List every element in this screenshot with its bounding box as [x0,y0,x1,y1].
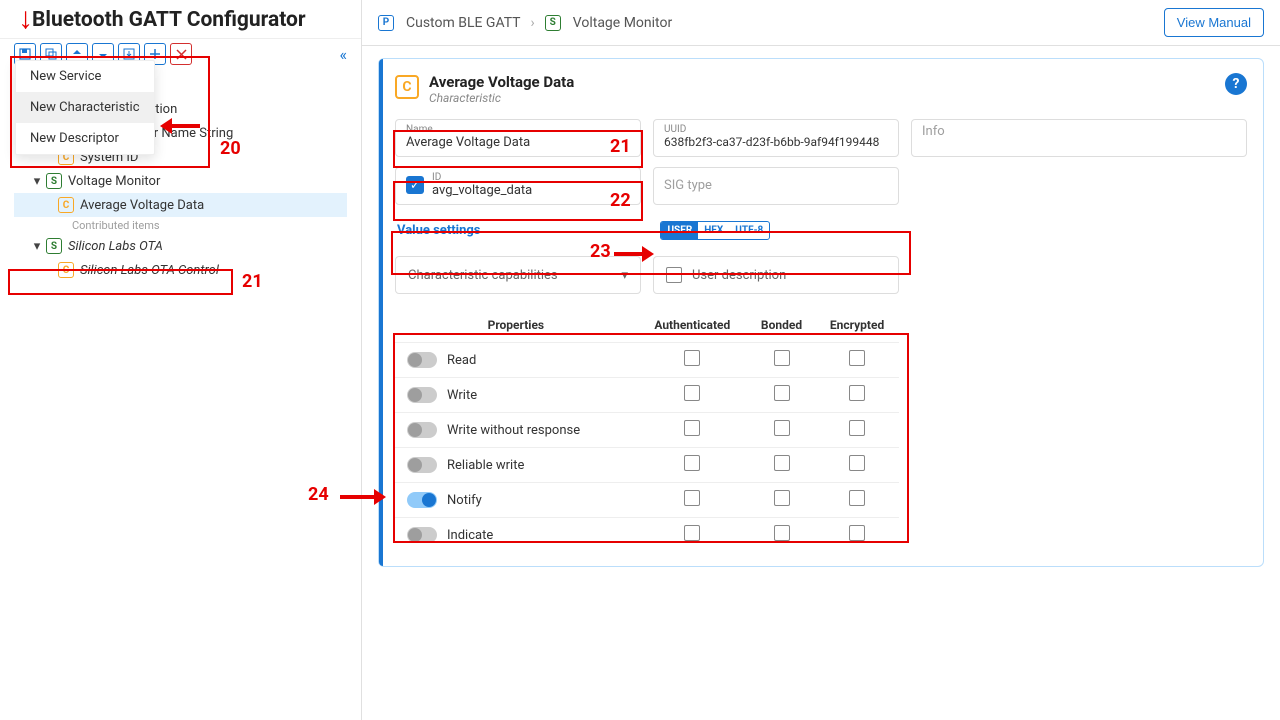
chevron-right-icon: › [531,15,535,31]
tree-item-ota-control[interactable]: C Silicon Labs OTA Control [14,258,361,282]
row-write-without-response: Write without response [395,413,899,448]
seg-hex[interactable]: HEX [698,222,729,239]
row-write: Write [395,378,899,413]
check-write-bonded[interactable] [774,385,790,401]
check-read-auth[interactable] [684,350,700,366]
panel-title: Average Voltage Data [429,73,574,91]
characteristic-icon: C [58,197,74,213]
col-authenticated: Authenticated [637,308,748,343]
col-encrypted: Encrypted [815,308,899,343]
check-indicate-encrypted[interactable] [849,525,865,541]
properties-table: Properties Authenticated Bonded Encrypte… [395,308,899,552]
check-write-encrypted[interactable] [849,385,865,401]
uuid-field[interactable]: UUID 638fb2f3-ca37-d23f-b6bb-9af94f19944… [653,119,899,157]
profile-icon: P [378,15,394,31]
view-manual-button[interactable]: View Manual [1164,8,1264,37]
service-icon: S [46,238,62,254]
characteristic-icon: C [395,75,419,99]
capabilities-dropdown[interactable]: Characteristic capabilities ▾ [395,256,641,294]
sidebar-title: Bluetooth GATT Configurator [0,0,361,38]
check-read-bonded[interactable] [774,350,790,366]
service-icon: S [545,15,561,31]
characteristic-panel: ? C Average Voltage Data Characteristic … [378,58,1264,567]
caret-down-icon[interactable]: ▾ [30,239,44,254]
seg-user[interactable]: USER [661,222,698,239]
panel-subtitle: Characteristic [429,91,574,105]
check-notify-auth[interactable] [684,490,700,506]
characteristic-icon: C [58,262,74,278]
tree-item-voltage-monitor[interactable]: ▾ S Voltage Monitor [14,169,361,193]
add-item-menu: New Service New Characteristic New Descr… [15,60,155,155]
toggle-read[interactable] [407,352,437,368]
breadcrumb-leaf[interactable]: S Voltage Monitor [545,15,672,31]
check-wwr-bonded[interactable] [774,420,790,436]
value-settings-label: Value settings [397,223,480,238]
user-description-field[interactable]: User description [653,256,899,294]
id-field[interactable]: ✓ ID avg_voltage_data [395,167,641,205]
chevron-down-icon: ▾ [621,268,628,283]
tree-contributed-label: Contributed items [14,217,361,234]
check-reliable-encrypted[interactable] [849,455,865,471]
check-write-auth[interactable] [684,385,700,401]
menu-new-descriptor[interactable]: New Descriptor [16,123,154,154]
breadcrumb-root[interactable]: P Custom BLE GATT [378,15,521,31]
id-checkbox-icon[interactable]: ✓ [406,176,424,194]
toggle-write[interactable] [407,387,437,403]
toggle-reliable[interactable] [407,457,437,473]
toolbar-delete-icon[interactable] [170,43,192,65]
collapse-sidebar-icon[interactable]: « [339,45,347,64]
check-notify-encrypted[interactable] [849,490,865,506]
row-notify: Notify [395,483,899,518]
col-bonded: Bonded [748,308,815,343]
toggle-indicate[interactable] [407,527,437,543]
service-icon: S [46,173,62,189]
tree-item-silicon-labs-ota[interactable]: ▾ S Silicon Labs OTA [14,234,361,258]
menu-new-characteristic[interactable]: New Characteristic [16,92,154,123]
menu-new-service[interactable]: New Service [16,61,154,92]
check-read-encrypted[interactable] [849,350,865,366]
check-reliable-auth[interactable] [684,455,700,471]
seg-utf8[interactable]: UTF-8 [729,222,769,239]
info-field[interactable]: Info [911,119,1247,157]
col-properties: Properties [395,308,637,343]
row-read: Read [395,343,899,378]
tree-item-average-voltage-data[interactable]: C Average Voltage Data [14,193,347,217]
help-icon[interactable]: ? [1225,73,1247,95]
name-field[interactable]: Name Average Voltage Data [395,119,641,157]
toggle-wwr[interactable] [407,422,437,438]
breadcrumb: P Custom BLE GATT › S Voltage Monitor [378,15,672,31]
row-reliable-write: Reliable write [395,448,899,483]
sig-type-field[interactable]: SIG type [653,167,899,205]
check-indicate-bonded[interactable] [774,525,790,541]
toggle-notify[interactable] [407,492,437,508]
check-wwr-auth[interactable] [684,420,700,436]
check-indicate-auth[interactable] [684,525,700,541]
check-reliable-bonded[interactable] [774,455,790,471]
value-type-segmented: USER HEX UTF-8 [660,221,770,240]
check-notify-bonded[interactable] [774,490,790,506]
caret-down-icon[interactable]: ▾ [30,174,44,189]
user-description-checkbox[interactable] [666,267,682,283]
panel-accent-bar [379,59,383,566]
check-wwr-encrypted[interactable] [849,420,865,436]
row-indicate: Indicate [395,518,899,553]
